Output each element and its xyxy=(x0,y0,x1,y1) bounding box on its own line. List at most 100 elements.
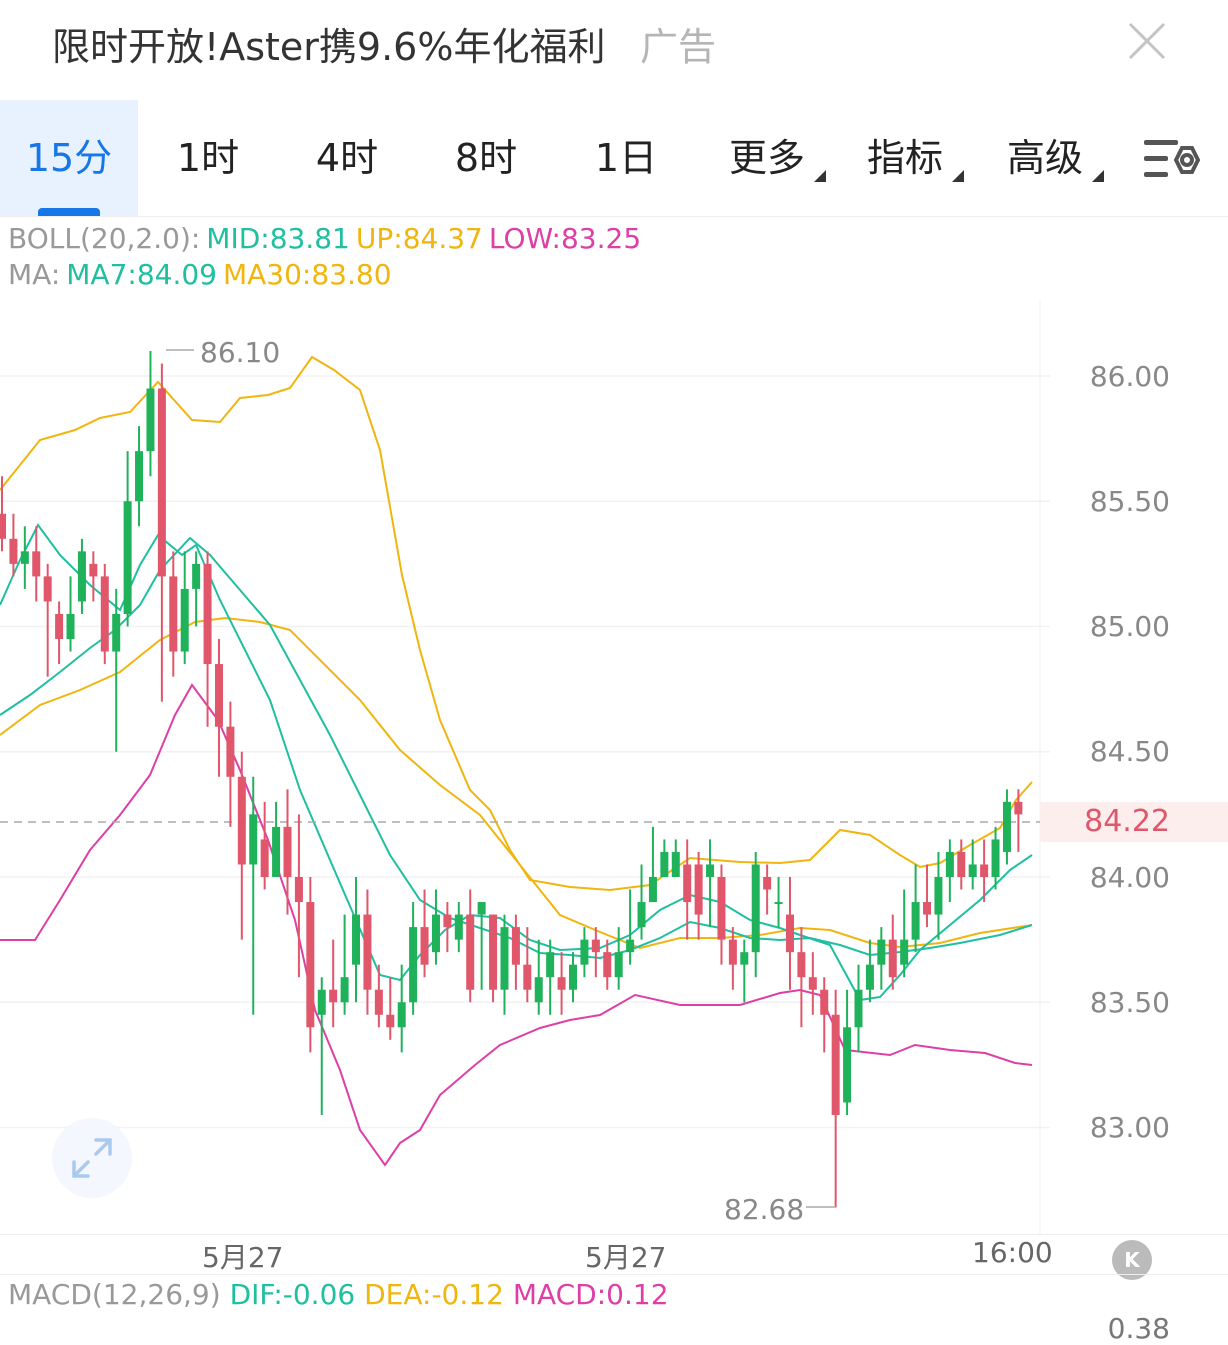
tab-1d[interactable]: 1日 xyxy=(556,100,696,216)
candle-body xyxy=(569,964,577,990)
tab-label: 高级 xyxy=(1006,136,1083,180)
time-axis-label: 16:00 xyxy=(972,1236,1053,1269)
candle-body xyxy=(820,989,829,1015)
tab-15m[interactable]: 15分 xyxy=(0,100,138,216)
ad-banner[interactable]: 限时开放!Aster携9.6%年化福利 广告 xyxy=(0,0,1228,100)
macd-dif: DIF:-0.06 xyxy=(229,1278,356,1311)
tab-4h[interactable]: 4时 xyxy=(278,100,416,216)
macd-value: MACD:0.12 xyxy=(512,1278,669,1311)
chart-settings-icon[interactable] xyxy=(1142,136,1200,184)
candle-body xyxy=(923,902,932,915)
ma-prefix: MA: xyxy=(8,258,61,291)
candle-body xyxy=(352,914,361,965)
tab-advanced[interactable]: 高级 xyxy=(978,100,1112,216)
candle-body xyxy=(945,851,954,877)
candle-body xyxy=(660,851,669,877)
candle-body xyxy=(888,939,897,978)
macd-prefix: MACD(12,26,9) xyxy=(8,1278,221,1311)
candle-body xyxy=(843,1027,852,1103)
candle-body xyxy=(648,877,657,903)
candle-body xyxy=(123,501,132,614)
candle-body xyxy=(968,864,977,877)
dropdown-indicator-icon xyxy=(814,170,826,182)
time-axis-label: 5月27 xyxy=(585,1241,667,1274)
candle-body xyxy=(1014,801,1023,815)
candle-body xyxy=(317,989,326,1015)
candle-body xyxy=(20,551,29,564)
tab-label: 指标 xyxy=(866,136,943,180)
candle-body xyxy=(466,914,475,990)
candle-body xyxy=(249,814,258,865)
macd-legend: MACD(12,26,9) DIF:-0.06 DEA:-0.12 MACD:0… xyxy=(8,1278,669,1311)
price-axis-label: 83.50 xyxy=(1089,986,1170,1019)
tab-8h[interactable]: 8时 xyxy=(416,100,556,216)
candle-body xyxy=(66,613,75,640)
candle-body xyxy=(546,952,555,978)
candle-body xyxy=(112,613,121,652)
candle-body xyxy=(477,902,486,915)
tab-1h[interactable]: 1时 xyxy=(138,100,278,216)
candle-body xyxy=(854,989,863,1028)
candle-body xyxy=(283,826,292,877)
candle-body xyxy=(808,977,817,990)
tab-label: 更多 xyxy=(728,136,805,180)
candle-body xyxy=(329,989,338,1003)
candle-body xyxy=(169,576,178,652)
dropdown-indicator-icon xyxy=(952,170,964,182)
boll-low: LOW:83.25 xyxy=(488,222,642,255)
tab-label: 1时 xyxy=(176,136,240,180)
current-price: 84.22 xyxy=(1084,804,1170,839)
dropdown-indicator-icon xyxy=(1092,170,1104,182)
candle-body xyxy=(991,839,1000,877)
ad-text[interactable]: 限时开放!Aster携9.6%年化福利 xyxy=(52,16,605,71)
candle-body xyxy=(192,563,201,589)
active-tab-indicator xyxy=(38,208,100,216)
candle-body xyxy=(911,902,920,940)
candle-body xyxy=(763,877,772,890)
ma30-value: MA30:83.80 xyxy=(222,258,392,291)
ma30-line xyxy=(0,536,1033,960)
candle-body xyxy=(591,939,600,953)
current-price-tag: 84.22 xyxy=(1040,802,1228,842)
candle-body xyxy=(900,939,909,965)
candle-body xyxy=(500,927,509,990)
candle-body xyxy=(237,776,246,865)
candle-body xyxy=(443,914,452,928)
candle-body xyxy=(32,551,41,577)
candle-body xyxy=(580,939,589,965)
candle-body xyxy=(706,864,715,877)
tab-indicators[interactable]: 指标 xyxy=(838,100,972,216)
candle-body xyxy=(683,864,692,903)
candle-body xyxy=(523,964,532,990)
candle-body xyxy=(534,977,543,1003)
tab-label: 4时 xyxy=(315,136,379,180)
candlestick-chart[interactable]: 86.10 82.68 xyxy=(0,300,1228,1235)
candle-body xyxy=(363,914,372,990)
candle-body xyxy=(831,1014,840,1115)
candle-body xyxy=(180,588,189,652)
candle-body xyxy=(637,902,646,928)
fullscreen-button[interactable] xyxy=(52,1118,132,1198)
candle-body xyxy=(431,914,440,953)
boll-legend: BOLL(20,2.0): MID:83.81 UP:84.37 LOW:83.25 xyxy=(8,222,647,255)
candle-body xyxy=(557,977,566,990)
boll-mid: MID:83.81 xyxy=(206,222,350,255)
candle-body xyxy=(1002,801,1011,852)
candle-body xyxy=(89,563,98,577)
tab-more[interactable]: 更多 xyxy=(700,100,834,216)
interval-tabs: 15分 1时 4时 8时 1日 更多 指标 高级 xyxy=(0,100,1228,217)
candle-body xyxy=(934,877,943,915)
price-axis-label: 84.50 xyxy=(1089,735,1170,768)
candle-body xyxy=(980,864,989,877)
candle-body xyxy=(386,1014,395,1028)
candle-body xyxy=(77,551,86,602)
macd-axis-value: 0.38 xyxy=(1107,1312,1170,1345)
candle-body xyxy=(272,826,281,877)
candle-body xyxy=(489,914,498,990)
candle-body xyxy=(774,902,783,905)
price-axis-label: 83.00 xyxy=(1089,1111,1170,1144)
close-icon[interactable] xyxy=(1124,18,1170,64)
candle-body xyxy=(740,952,749,965)
candle-body xyxy=(55,613,64,640)
candle-body xyxy=(294,877,303,903)
